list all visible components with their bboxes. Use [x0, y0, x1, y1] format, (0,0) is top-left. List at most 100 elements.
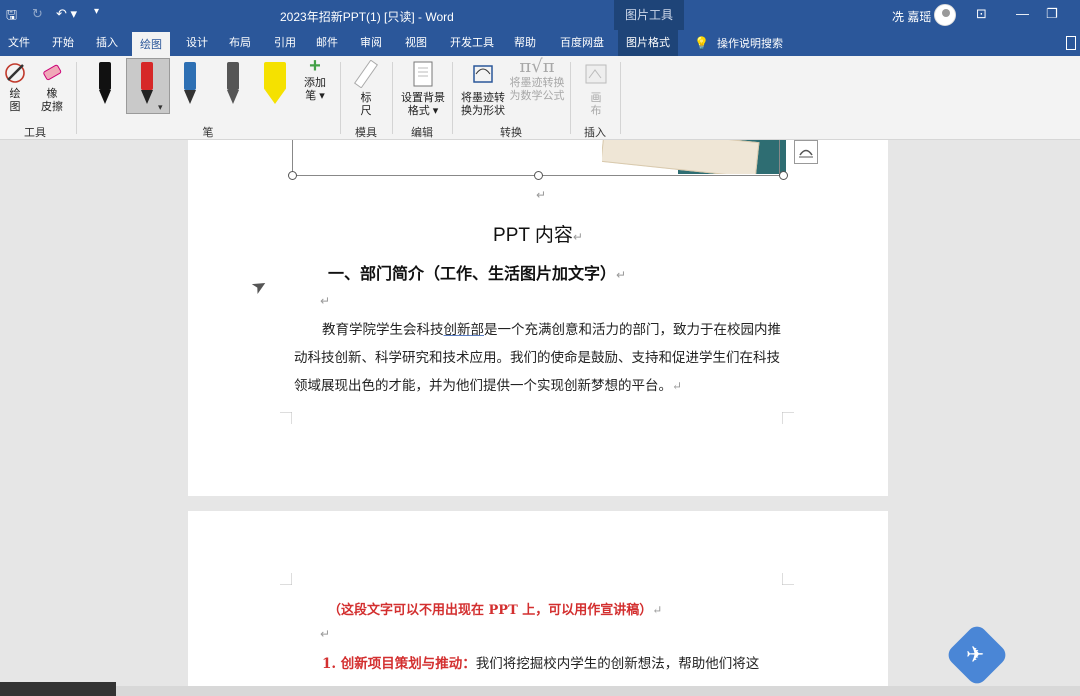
body-paragraph[interactable]: 教育学院学生会科技创新部是一个充满创意和活力的部门，致力于在校园内推动科技创新、…: [294, 316, 784, 400]
canvas-label: 画 布: [590, 92, 602, 117]
canvas-button[interactable]: 画 布: [578, 60, 614, 118]
tab-developer[interactable]: 开发工具: [442, 30, 502, 56]
document-title: 2023年招新PPT(1) [只读] - Word: [280, 10, 454, 24]
paragraph-mark: ↵: [320, 294, 331, 308]
eraser-button[interactable]: 橡 皮擦: [36, 60, 68, 114]
ruler-button[interactable]: 标 尺: [352, 60, 380, 118]
pencil-gray[interactable]: [220, 62, 246, 108]
paragraph-mark: ↵: [320, 627, 331, 641]
ink-to-shape-button[interactable]: 将墨迹转 换为形状: [458, 60, 508, 118]
tab-review[interactable]: 审阅: [352, 30, 390, 56]
tab-baidu-netdisk[interactable]: 百度网盘: [552, 30, 612, 56]
bird-logo-icon: ✈: [966, 642, 985, 667]
paragraph-mark: ↵: [616, 268, 627, 282]
margin-crop-mark: [782, 573, 794, 585]
ruler-label: 标 尺: [360, 92, 372, 117]
taskbar-overlay: [0, 682, 116, 696]
section-heading[interactable]: 一、部门简介（工作、生活图片加文字）↵: [328, 260, 626, 284]
convert-group-label: 转换: [500, 127, 522, 139]
undo-icon[interactable]: ↶ ▾: [56, 6, 77, 22]
ink-to-shape-icon: [473, 65, 493, 83]
pi-math-icon: π√π: [519, 56, 555, 77]
tab-layout[interactable]: 布局: [221, 30, 259, 56]
insert-group-label: 插入: [584, 127, 606, 139]
tab-design[interactable]: 设计: [178, 30, 216, 56]
pen-red[interactable]: [134, 62, 160, 108]
list-item[interactable]: 1. 创新项目策划与推动：我们将挖掘校内学生的创新想法，帮助他们将这: [322, 653, 792, 675]
restore-icon[interactable]: ❐: [1046, 6, 1058, 22]
tab-references[interactable]: 引用: [266, 30, 304, 56]
ribbon-scroll-icon[interactable]: [1066, 36, 1076, 50]
tab-file[interactable]: 文件: [0, 30, 38, 56]
minimize-icon[interactable]: —: [1016, 6, 1029, 21]
margin-crop-mark: [280, 573, 292, 585]
paragraph-mark: ↵: [652, 603, 663, 617]
resize-handle[interactable]: [779, 171, 788, 180]
tab-view[interactable]: 视图: [397, 30, 435, 56]
note-text: （这段文字可以不用出现在 PPT 上，可以用作宣讲稿）: [328, 603, 653, 618]
search-label: 操作说明搜索: [716, 38, 783, 50]
body-text-1: 教育学院学生会科技: [322, 322, 444, 338]
redo-icon[interactable]: ↻: [32, 6, 43, 22]
eraser-icon: [43, 64, 62, 81]
ribbon: 绘 图 橡 皮擦 工具 ▾ + 添加 笔 ▾ 笔 标 尺 模具 设置背景 格式 …: [0, 56, 1080, 140]
layout-options-icon: [799, 149, 813, 158]
stencils-group-label: 模具: [355, 127, 377, 139]
add-pen-button[interactable]: + 添加 笔 ▾: [300, 55, 330, 103]
avatar[interactable]: [934, 4, 956, 26]
draw-pen-icon: [5, 63, 25, 83]
customize-quick-access-icon[interactable]: ▾: [94, 6, 99, 17]
title-text: PPT 内容: [493, 225, 573, 246]
speaker-note-text[interactable]: （这段文字可以不用出现在 PPT 上，可以用作宣讲稿）↵: [328, 599, 662, 618]
drawing-canvas-icon: [585, 64, 607, 84]
tab-help[interactable]: 帮助: [506, 30, 544, 56]
list-item-label: 1. 创新项目策划与推动：: [322, 656, 476, 672]
pen-options-chevron-icon[interactable]: ▾: [158, 102, 163, 113]
tab-insert[interactable]: 插入: [88, 30, 126, 56]
ribbon-tabs: 文件 开始 插入 绘图 设计 布局 引用 邮件 审阅 视图 开发工具 帮助 百度…: [0, 30, 1080, 56]
margin-crop-mark: [782, 412, 794, 424]
highlighter-yellow[interactable]: [262, 62, 288, 108]
ruler-icon: [353, 60, 379, 88]
pen-galaxy[interactable]: [177, 62, 203, 108]
body-text-underlined: 创新部: [443, 322, 485, 338]
heading-text: 一、部门简介（工作、生活图片加文字）: [328, 266, 617, 283]
tab-draw[interactable]: 绘图: [132, 30, 170, 56]
layout-options-button[interactable]: [794, 140, 818, 164]
group-divider: [620, 62, 621, 134]
lightbulb-icon: 💡: [694, 36, 709, 50]
eraser-label: 橡 皮擦: [41, 88, 63, 113]
tab-picture-format[interactable]: 图片格式: [618, 30, 678, 56]
tab-home[interactable]: 开始: [44, 30, 82, 56]
ink-to-math-button[interactable]: π√π 将墨迹转换 为数学公式: [508, 56, 566, 103]
save-icon[interactable]: 🖫: [6, 6, 17, 28]
resize-handle[interactable]: [288, 171, 297, 180]
paragraph-mark: ↵: [572, 230, 583, 244]
document-page-2[interactable]: （这段文字可以不用出现在 PPT 上，可以用作宣讲稿）↵ ↵ 1. 创新项目策划…: [188, 511, 888, 696]
plus-icon: +: [309, 55, 321, 77]
draw-label: 绘 图: [9, 88, 21, 113]
pens-group-label: 笔: [202, 127, 214, 139]
tab-mailings[interactable]: 邮件: [308, 30, 346, 56]
picture-tools-context-label: 图片工具: [614, 0, 684, 30]
user-name[interactable]: 冼 嘉瑶: [892, 8, 931, 25]
margin-crop-mark: [280, 412, 292, 424]
page-title[interactable]: PPT 内容↵: [188, 220, 888, 247]
edit-group-label: 编辑: [411, 127, 433, 139]
resize-handle[interactable]: [534, 171, 543, 180]
ink-to-math-label: 将墨迹转换 为数学公式: [509, 77, 565, 102]
ink-to-shape-label: 将墨迹转 换为形状: [461, 92, 505, 117]
tell-me-search[interactable]: 💡 操作说明搜索: [694, 30, 783, 56]
draw-tool-button[interactable]: 绘 图: [2, 60, 28, 114]
ribbon-display-options-icon[interactable]: ⊡: [976, 6, 987, 22]
tools-group-label: 工具: [24, 127, 46, 139]
page-background-icon: [413, 61, 433, 87]
format-background-label: 设置背景 格式 ▾: [401, 92, 445, 117]
format-background-button[interactable]: 设置背景 格式 ▾: [398, 60, 448, 118]
add-pen-label: 添加 笔 ▾: [304, 77, 326, 102]
paragraph-mark: ↵: [536, 188, 547, 202]
status-bar: [0, 682, 1080, 696]
list-item-text: 我们将挖掘校内学生的创新想法，帮助他们将这: [475, 656, 760, 672]
pen-black[interactable]: [92, 62, 118, 108]
document-page-1[interactable]: ↵ PPT 内容↵ 一、部门简介（工作、生活图片加文字）↵ ↵ 教育学院学生会科…: [188, 140, 888, 496]
